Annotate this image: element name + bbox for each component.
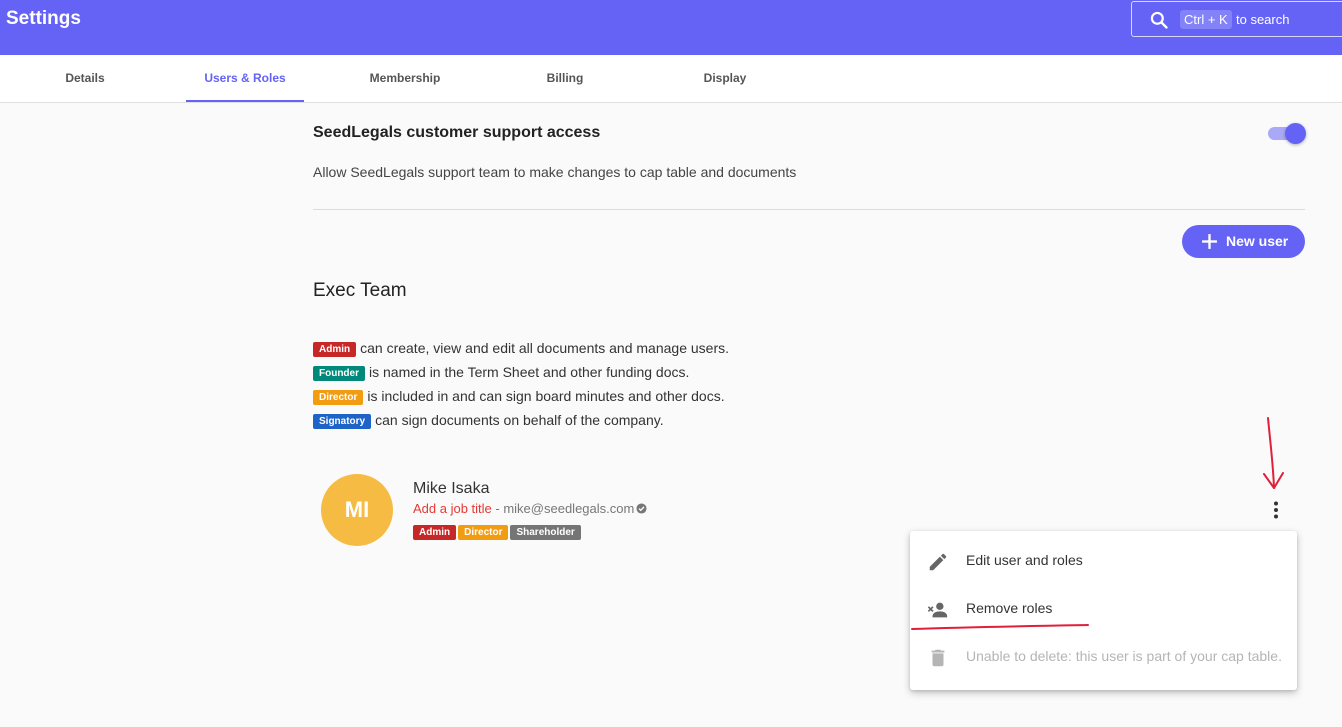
add-job-title-link[interactable]: Add a job title — [413, 501, 492, 516]
section-divider — [313, 209, 1305, 210]
role-text: is included in and can sign board minute… — [367, 388, 725, 404]
support-access-toggle[interactable] — [1268, 122, 1306, 144]
group-title: Exec Team — [313, 280, 407, 301]
tab-billing[interactable]: Billing — [506, 55, 624, 102]
user-name: Mike Isaka — [413, 480, 490, 497]
new-user-label: New user — [1226, 233, 1289, 249]
annotation-arrow — [1263, 417, 1284, 489]
role-description-director: Director is included in and can sign boar… — [313, 388, 725, 405]
role-chip-admin: Admin — [313, 342, 357, 357]
role-description-founder: Founder is named in the Term Sheet and ot… — [313, 364, 689, 381]
top-bar: Settings Ctrl + K to search — [0, 0, 1342, 55]
role-text: can sign documents on behalf of the comp… — [375, 412, 664, 428]
role-chip-founder: Founder — [313, 366, 365, 381]
user-role-chips: Admin Director Shareholder — [413, 523, 583, 541]
search-box[interactable]: Ctrl + K to search — [1131, 1, 1342, 37]
user-role-chip-shareholder: Shareholder — [510, 525, 581, 540]
subtitle-separator: - — [491, 501, 504, 516]
support-access-description: Allow SeedLegals support team to make ch… — [313, 164, 797, 180]
menu-item-delete-user: Unable to delete: this user is part of y… — [910, 633, 1297, 681]
menu-item-label: Edit user and roles — [966, 552, 1083, 568]
menu-item-edit-user[interactable]: Edit user and roles — [910, 537, 1297, 585]
trash-icon — [931, 649, 945, 667]
remove-user-icon — [927, 602, 948, 618]
tab-membership[interactable]: Membership — [346, 55, 464, 102]
verified-check-icon — [636, 503, 647, 514]
more-options-icon[interactable] — [1266, 500, 1286, 520]
menu-item-label: Remove roles — [966, 600, 1053, 616]
menu-item-label: Unable to delete: this user is part of y… — [966, 648, 1282, 664]
pencil-icon — [929, 553, 947, 571]
role-chip-director: Director — [313, 390, 364, 405]
search-hint: to search — [1236, 12, 1290, 27]
annotation-underline — [911, 624, 1089, 630]
page-title: Settings — [6, 8, 81, 29]
tab-users-roles[interactable]: Users & Roles — [186, 55, 304, 102]
settings-tabs: Details Users & Roles Membership Billing… — [0, 55, 1342, 103]
support-access-title: SeedLegals customer support access — [313, 124, 601, 141]
avatar: MI — [321, 474, 393, 546]
role-text: can create, view and edit all documents … — [360, 340, 729, 356]
plus-icon — [1202, 234, 1217, 249]
user-role-chip-director: Director — [458, 525, 509, 540]
role-description-signatory: Signatory can sign documents on behalf of… — [313, 412, 664, 429]
toggle-thumb — [1285, 123, 1306, 144]
user-subtitle: Add a job title - mike@seedlegals.com — [413, 501, 647, 516]
tab-details[interactable]: Details — [26, 55, 144, 102]
user-role-chip-admin: Admin — [413, 525, 457, 540]
user-email: mike@seedlegals.com — [503, 501, 635, 516]
role-text: is named in the Term Sheet and other fun… — [369, 364, 690, 380]
new-user-button[interactable]: New user — [1182, 225, 1305, 258]
role-chip-signatory: Signatory — [313, 414, 372, 429]
search-shortcut: Ctrl + K — [1180, 10, 1232, 29]
search-icon — [1150, 11, 1168, 29]
role-description-admin: Admin can create, view and edit all docum… — [313, 340, 729, 357]
user-actions-menu: Edit user and roles Remove roles Unable … — [910, 531, 1297, 690]
tab-display[interactable]: Display — [666, 55, 784, 102]
